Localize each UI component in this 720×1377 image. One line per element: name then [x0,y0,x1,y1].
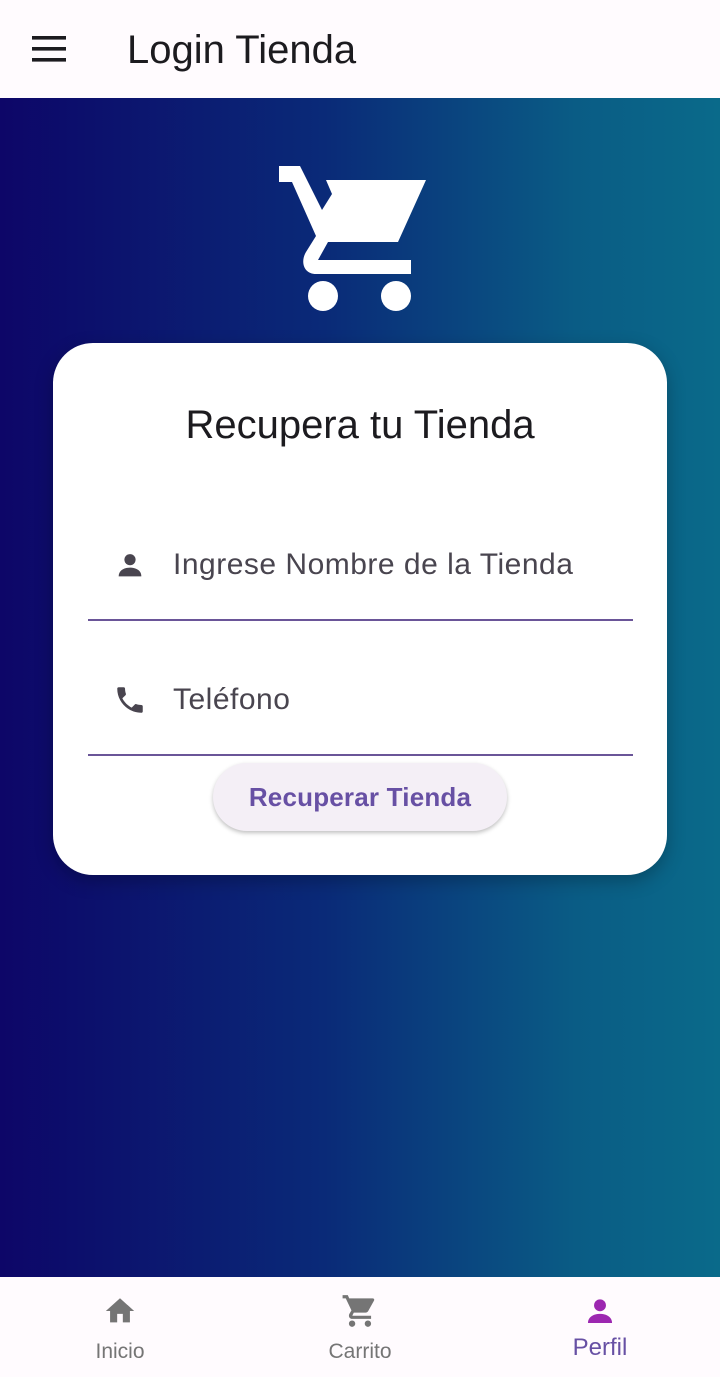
nav-label-perfil: Perfil [572,1334,628,1361]
menu-button[interactable] [20,24,78,74]
nav-item-carrito[interactable]: Carrito [240,1277,480,1377]
menu-icon [32,36,66,62]
person-icon [580,1291,620,1331]
store-name-placeholder: Ingrese Nombre de la Tienda [173,548,574,581]
shopping-cart-icon [279,166,426,311]
cart-icon [340,1291,380,1331]
recover-store-card: Recupera tu Tienda Ingrese Nombre de la … [53,343,667,875]
phone-field[interactable]: Teléfono [88,646,633,756]
nav-item-inicio[interactable]: Inicio [0,1277,240,1377]
nav-label-carrito: Carrito [328,1340,392,1363]
nav-label-inicio: Inicio [95,1340,145,1363]
store-name-field[interactable]: Ingrese Nombre de la Tienda [88,511,633,621]
recover-store-button[interactable]: Recuperar Tienda [213,763,507,831]
bottom-navigation: Inicio Carrito Perfil [0,1277,720,1377]
main-content: Recupera tu Tienda Ingrese Nombre de la … [0,98,720,1277]
person-icon [110,545,150,585]
card-title: Recupera tu Tienda [185,403,535,447]
nav-item-perfil[interactable]: Perfil [480,1277,720,1377]
app-bar: Login Tienda [0,0,720,98]
phone-icon [110,680,150,720]
home-icon [100,1291,140,1331]
phone-placeholder: Teléfono [173,683,291,716]
page-title: Login Tienda [127,28,357,72]
